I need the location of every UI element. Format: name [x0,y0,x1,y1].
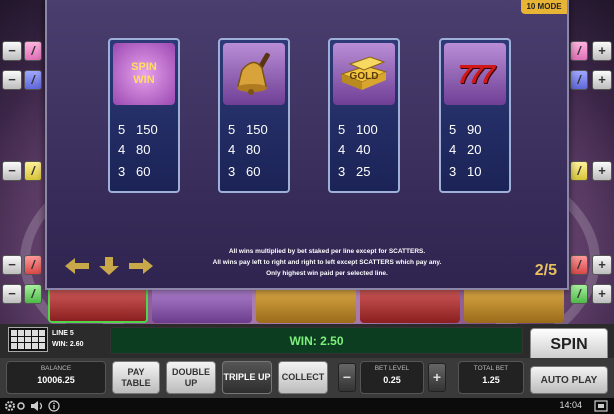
gold-art-text: GOLD [349,70,379,82]
settings-small-icon[interactable] [17,402,25,410]
seven-icon: 777 [444,43,506,105]
pay-row: 5 150 [118,122,158,137]
payline-marker-left[interactable]: − [2,255,22,275]
gold-bars-icon: GOLD [333,43,395,105]
pay-row: 4 80 [118,142,151,157]
arrow-left-icon[interactable] [63,256,91,276]
collect-button[interactable]: COLLECT [278,361,328,394]
payline-tab-right[interactable]: / [570,255,588,275]
rule-text: All wins pay left to right and right to … [212,259,442,266]
pay-row: 4 80 [228,142,261,157]
paytable-symbol-bell: 5 150 4 80 3 60 [218,38,290,193]
game-stage: − / − / − / − / − / / + / + / + / + / + … [0,0,614,414]
spin-win-icon: SPIN WIN [113,43,175,105]
sevens-art-text: 777 [457,58,495,89]
sound-icon[interactable] [30,400,44,412]
win-display: WIN: 2.50 [110,327,523,354]
payline-marker-right[interactable]: + [592,70,612,90]
payline-marker-left[interactable]: − [2,41,22,61]
pay-row: 4 40 [338,142,371,157]
pay-row: 3 25 [338,164,371,179]
spin-win-art-text: SPIN WIN [131,61,157,86]
bet-level-value: 0.25 [383,375,401,385]
pay-row: 3 10 [449,164,482,179]
spin-button[interactable]: SPIN [530,328,608,362]
reel-cell [152,285,252,323]
line-win: WIN: 2.60 [52,341,84,348]
paytable-rules: All wins multiplied by bet staked per li… [137,246,517,279]
payline-marker-left[interactable]: − [2,161,22,181]
page-indicator: 2/5 [534,262,557,279]
payline-tab-right[interactable]: / [570,41,588,61]
pay-row: 3 60 [118,164,151,179]
paytable-symbol-sevens: 777 5 90 4 20 3 10 [439,38,511,193]
rule-text: All wins multiplied by bet staked per li… [228,248,426,255]
arrow-down-icon[interactable] [95,256,123,276]
total-bet-label: TOTAL BET [473,365,509,372]
bet-level-box: BET LEVEL 0.25 [360,361,424,394]
triple-up-button[interactable]: TRIPLE UP [222,361,272,394]
line-count: LINE 5 [52,330,74,337]
clock: 14:04 [559,400,582,410]
balance-box: BALANCE 10006.25 [6,361,106,394]
balance-value: 10006.25 [37,375,75,385]
settings-icon[interactable] [4,400,16,412]
total-bet-box: TOTAL BET 1.25 [458,361,524,394]
payline-tab-right[interactable]: / [570,70,588,90]
payline-marker-right[interactable]: + [592,41,612,61]
payline-marker-right[interactable]: + [592,284,612,304]
mode-tab[interactable]: 10 MODE [521,0,567,14]
payline-marker-left[interactable]: − [2,70,22,90]
pay-row: 4 20 [449,142,482,157]
balance-label: BALANCE [40,365,72,372]
status-bar [0,398,614,414]
payline-marker-left[interactable]: − [2,284,22,304]
paytable-symbol-gold: GOLD 5 100 4 40 3 25 [328,38,400,193]
payline-tab-right[interactable]: / [570,161,588,181]
paytable-panel: 10 MODE SPIN WIN 5 150 4 80 3 60 5 150 4 80 [45,0,569,290]
payline-marker-right[interactable]: + [592,255,612,275]
bet-decrease-button[interactable]: − [338,363,356,392]
reel-cell [48,285,148,323]
arrow-right-icon[interactable] [127,256,155,276]
pay-row: 5 90 [449,122,482,137]
payline-grid-icon[interactable] [8,327,48,352]
pay-row: 5 100 [338,122,378,137]
pay-row: 3 60 [228,164,261,179]
payline-tab-left[interactable]: / [24,161,42,181]
auto-play-button[interactable]: AUTO PLAY [530,366,608,394]
payline-marker-right[interactable]: + [592,161,612,181]
payline-tab-right[interactable]: / [570,284,588,304]
info-icon[interactable] [48,400,60,412]
bet-increase-button[interactable]: + [428,363,446,392]
fullscreen-icon[interactable] [594,400,608,412]
reel-cell [256,285,356,323]
bell-icon [223,43,285,105]
total-bet-value: 1.25 [482,375,500,385]
payline-tab-left[interactable]: / [24,41,42,61]
reel-cell [360,285,460,323]
rule-text: Only highest win paid per selected line. [266,270,388,277]
bet-level-label: BET LEVEL [374,365,410,372]
reel-cell [464,285,564,323]
pay-row: 5 150 [228,122,268,137]
payline-tab-left[interactable]: / [24,70,42,90]
payline-tab-left[interactable]: / [24,255,42,275]
paytable-button[interactable]: PAY TABLE [112,361,160,394]
payline-tab-left[interactable]: / [24,284,42,304]
paytable-symbol-spin-win: SPIN WIN 5 150 4 80 3 60 [108,38,180,193]
double-up-button[interactable]: DOUBLE UP [166,361,216,394]
